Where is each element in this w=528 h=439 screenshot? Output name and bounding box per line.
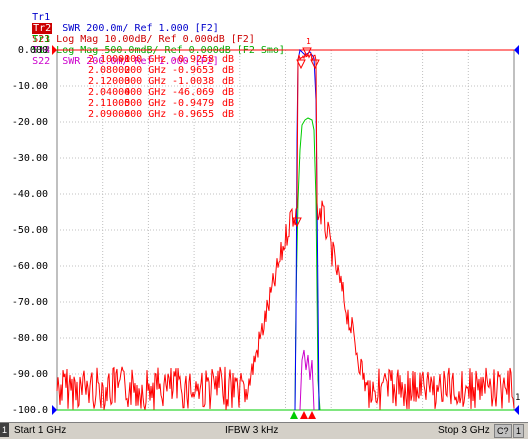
marker-2-freq: 2.0800000 GHz bbox=[88, 65, 166, 76]
ref-arrow-right-bottom[interactable] bbox=[514, 405, 519, 415]
marker-3-value: -1.0038 bbox=[172, 76, 214, 87]
marker-row-2: 2 2.0800000 GHz -0.9653 dB bbox=[70, 65, 276, 76]
y-label-2: -20.00 bbox=[12, 117, 48, 128]
status-bar: 1 Start 1 GHz IFBW 3 kHz Stop 3 GHz C? 1 bbox=[0, 422, 528, 439]
ref-arrow-right-top[interactable] bbox=[514, 45, 519, 55]
marker-5-freq: 2.1100000 GHz bbox=[88, 98, 166, 109]
analyzer-screen: Tr1 S11 SWR 200.0m/ Ref 1.000 [F2] Tr2 S… bbox=[0, 0, 528, 422]
ref-arrow-left-top[interactable] bbox=[52, 45, 57, 55]
start-frequency[interactable]: Start 1 GHz bbox=[14, 425, 66, 436]
marker-table: >1 2.1000000 GHz -0.9258 dB 2 2.0800000 … bbox=[64, 54, 276, 120]
marker-row-6: 6 2.0900000 GHz -0.9655 dB bbox=[70, 109, 276, 120]
stop-frequency[interactable]: Stop 3 GHz bbox=[438, 425, 490, 436]
y-label-7: -70.00 bbox=[12, 297, 48, 308]
bottom-marker-c bbox=[308, 411, 316, 419]
marker-row-5: 5 2.1100000 GHz -0.9479 dB bbox=[70, 98, 276, 109]
bottom-marker-a bbox=[290, 411, 298, 419]
y-label-1: -10.00 bbox=[12, 81, 48, 92]
plot-area[interactable]: 0.000 -10.00 -20.00 -30.00 -40.00 -50.00… bbox=[0, 0, 528, 422]
ifbw-setting[interactable]: IFBW 3 kHz bbox=[225, 425, 278, 436]
marker-row-1: >1 2.1000000 GHz -0.9258 dB bbox=[64, 54, 276, 65]
y-axis-labels: 0.000 -10.00 -20.00 -30.00 -40.00 -50.00… bbox=[12, 45, 48, 416]
bottom-marker-b bbox=[300, 411, 308, 419]
y-label-4: -40.00 bbox=[12, 189, 48, 200]
channel-number[interactable]: 1 bbox=[0, 423, 9, 437]
marker-4-freq: 2.0400000 GHz bbox=[88, 87, 166, 98]
y-label-8: -80.00 bbox=[12, 333, 48, 344]
marker-6-value: -0.9655 bbox=[172, 109, 214, 120]
marker-6-unit: dB bbox=[222, 109, 234, 120]
y-label-9: -90.00 bbox=[12, 369, 48, 380]
marker-1-value: -0.9258 bbox=[172, 54, 214, 65]
marker-3-unit: dB bbox=[222, 76, 234, 87]
marker-6-freq: 2.0900000 GHz bbox=[88, 109, 166, 120]
marker-5-value: -0.9479 bbox=[172, 98, 214, 109]
marker-2-value: -0.9653 bbox=[172, 65, 214, 76]
marker-row-3: 3 2.1200000 GHz -1.0038 dB bbox=[70, 76, 276, 87]
marker-1-freq: 2.1000000 GHz bbox=[88, 54, 166, 65]
y-label-10: -100.0 bbox=[12, 405, 48, 416]
ref-arrow-left-bottom[interactable] bbox=[52, 405, 57, 415]
marker-2-unit: dB bbox=[222, 65, 234, 76]
y-label-3: -30.00 bbox=[12, 153, 48, 164]
marker-1-symbol: 1 bbox=[306, 37, 311, 46]
marker-4-unit: dB bbox=[222, 87, 234, 98]
y-label-0: 0.000 bbox=[18, 45, 48, 56]
s22-trace bbox=[299, 349, 315, 411]
marker-3-freq: 2.1200000 GHz bbox=[88, 76, 166, 87]
right-scale-label: 1 bbox=[515, 393, 520, 403]
calibration-status[interactable]: C? bbox=[494, 424, 512, 438]
channel-indicator[interactable]: 1 bbox=[513, 424, 525, 438]
marker-1-unit: dB bbox=[222, 54, 234, 65]
marker-5-unit: dB bbox=[222, 98, 234, 109]
marker-4-value: -46.069 bbox=[172, 87, 214, 98]
y-label-5: -50.00 bbox=[12, 225, 48, 236]
y-label-6: -60.00 bbox=[12, 261, 48, 272]
marker-row-4: 4 2.0400000 GHz -46.069 dB bbox=[70, 87, 276, 98]
